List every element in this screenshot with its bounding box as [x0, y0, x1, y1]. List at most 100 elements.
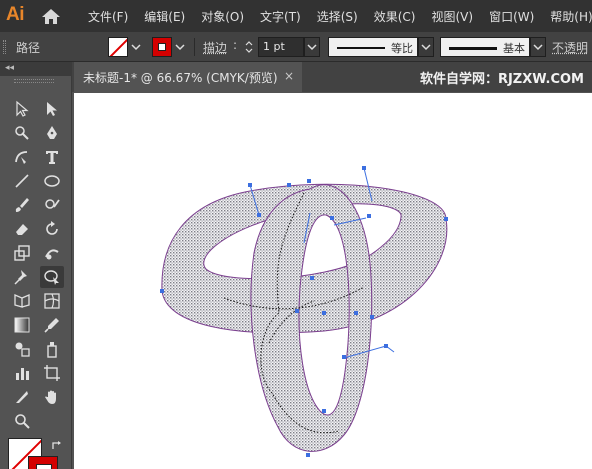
- selection-type-label: 路径: [16, 41, 41, 55]
- paintbrush-icon: [15, 198, 29, 212]
- chevron-down-icon[interactable]: [130, 40, 142, 54]
- document-tab-bar: 未标题-1* @ 66.67% (CMYK/预览) × 软件自学网：RJZXW.…: [72, 62, 592, 92]
- brush-label: 基本: [503, 42, 525, 55]
- rotate-icon: [46, 221, 58, 235]
- mesh-tool[interactable]: [40, 290, 64, 312]
- site-watermark: 软件自学网：RJZXW.COM: [419, 72, 584, 87]
- stroke-weight-dropdown[interactable]: [304, 37, 320, 57]
- mesh-icon: [44, 293, 60, 309]
- selection-tool[interactable]: [10, 98, 34, 120]
- shape-builder-tool[interactable]: [40, 266, 64, 288]
- blend-icon: [15, 342, 30, 357]
- swap-fill-stroke-icon[interactable]: [50, 439, 64, 453]
- stroke-label[interactable]: 描边: [203, 39, 227, 56]
- menu-edit[interactable]: 编辑(E): [136, 8, 193, 25]
- document-tab[interactable]: 未标题-1* @ 66.67% (CMYK/预览) ×: [74, 62, 302, 92]
- menu-help[interactable]: 帮助(H): [542, 8, 592, 25]
- close-icon[interactable]: ×: [284, 69, 294, 83]
- profile-label: 等比: [391, 42, 413, 55]
- direct-selection-tool[interactable]: [40, 98, 64, 120]
- gradient-icon: [14, 317, 30, 333]
- type-t-icon: [46, 151, 58, 164]
- pen-tool[interactable]: [40, 122, 64, 144]
- line-segment-tool[interactable]: [10, 170, 34, 192]
- hand-tool[interactable]: [40, 386, 64, 408]
- shaper-tool[interactable]: [40, 194, 64, 216]
- warp-tool[interactable]: [40, 242, 64, 264]
- chevron-down-icon: [421, 44, 431, 51]
- blend-tool[interactable]: [10, 338, 34, 360]
- chevron-down-icon: [533, 44, 543, 51]
- symbol-sprayer-tool[interactable]: [40, 338, 64, 360]
- menu-view[interactable]: 视图(V): [423, 8, 481, 25]
- artboard-icon: [44, 365, 60, 381]
- chevron-down-icon: [307, 44, 317, 51]
- chevron-down-icon[interactable]: [174, 40, 186, 54]
- menu-select[interactable]: 选择(S): [309, 8, 366, 25]
- zoom-magnifier-icon: [15, 414, 30, 429]
- brush-definition[interactable]: 基本: [440, 37, 530, 57]
- scale-icon: [14, 245, 30, 261]
- artboard-tool[interactable]: [40, 362, 64, 384]
- slice-tool[interactable]: [10, 386, 34, 408]
- main-menu: 文件(F) 编辑(E) 对象(O) 文字(T) 选择(S) 效果(C) 视图(V…: [80, 0, 592, 32]
- panel-grip[interactable]: [3, 40, 6, 54]
- opacity-label[interactable]: 不透明: [552, 39, 588, 56]
- stepper-icon[interactable]: [244, 40, 254, 54]
- puppet-warp-tool[interactable]: [10, 266, 34, 288]
- line-segment-icon: [15, 174, 29, 188]
- curvature-pen-icon: [15, 151, 28, 164]
- menu-bar: Ai 文件(F) 编辑(E) 对象(O) 文字(T) 选择(S) 效果(C) 视…: [0, 0, 592, 32]
- slice-knife-icon: [16, 391, 28, 403]
- magic-wand-icon: [15, 126, 29, 140]
- app-logo: Ai: [6, 4, 25, 25]
- stroke-color-swatch-large[interactable]: [28, 456, 58, 469]
- column-graph-tool[interactable]: [10, 362, 34, 384]
- perspective-grid-icon: [14, 294, 30, 308]
- eraser-icon: [16, 224, 28, 235]
- rotate-tool[interactable]: [40, 218, 64, 240]
- type-tool[interactable]: [40, 146, 64, 168]
- eyedropper-tool[interactable]: [40, 314, 64, 336]
- stroke-inner-icon: [158, 43, 166, 51]
- collapse-icon[interactable]: ◂◂: [5, 63, 14, 73]
- tools-panel: ◂◂: [0, 62, 72, 469]
- menu-type[interactable]: 文字(T): [252, 8, 309, 25]
- stroke-color-swatch[interactable]: [152, 37, 172, 57]
- menu-effect[interactable]: 效果(C): [366, 8, 424, 25]
- profile-dropdown[interactable]: [418, 37, 434, 57]
- pushpin-icon: [14, 270, 27, 285]
- artboard-canvas[interactable]: [74, 93, 592, 469]
- tools-grip[interactable]: [14, 79, 54, 83]
- home-icon[interactable]: [40, 6, 62, 26]
- zoom-tool[interactable]: [10, 410, 34, 432]
- eraser-tool[interactable]: [10, 218, 34, 240]
- none-slash-icon: [109, 38, 127, 56]
- document-title: 未标题-1* @ 66.67% (CMYK/预览): [83, 71, 278, 85]
- control-bar: 路径 描边 : 1 pt 等比 基本 不透明: [0, 32, 592, 62]
- magic-wand-tool[interactable]: [10, 122, 34, 144]
- ellipse-icon: [44, 175, 60, 187]
- shaper-icon: [45, 199, 60, 209]
- tools-panel-header: ◂◂: [0, 62, 72, 76]
- shape-builder-icon: [44, 270, 59, 285]
- profile-line-icon: [337, 47, 385, 49]
- menu-file[interactable]: 文件(F): [80, 8, 136, 25]
- menu-object[interactable]: 对象(O): [193, 8, 252, 25]
- hand-icon: [45, 390, 56, 404]
- scale-tool[interactable]: [10, 242, 34, 264]
- menu-window[interactable]: 窗口(W): [481, 8, 542, 25]
- perspective-grid-tool[interactable]: [10, 290, 34, 312]
- paintbrush-tool[interactable]: [10, 194, 34, 216]
- brush-line-icon: [449, 47, 497, 50]
- stroke-weight-input[interactable]: 1 pt: [258, 37, 304, 57]
- variable-width-profile[interactable]: 等比: [328, 37, 418, 57]
- warp-icon: [45, 249, 59, 260]
- ellipse-tool[interactable]: [40, 170, 64, 192]
- brush-dropdown[interactable]: [530, 37, 546, 57]
- fill-none-swatch[interactable]: [108, 37, 128, 57]
- artwork[interactable]: [74, 93, 592, 469]
- gradient-tool[interactable]: [10, 314, 34, 336]
- curvature-tool[interactable]: [10, 146, 34, 168]
- column-graph-icon: [16, 368, 29, 380]
